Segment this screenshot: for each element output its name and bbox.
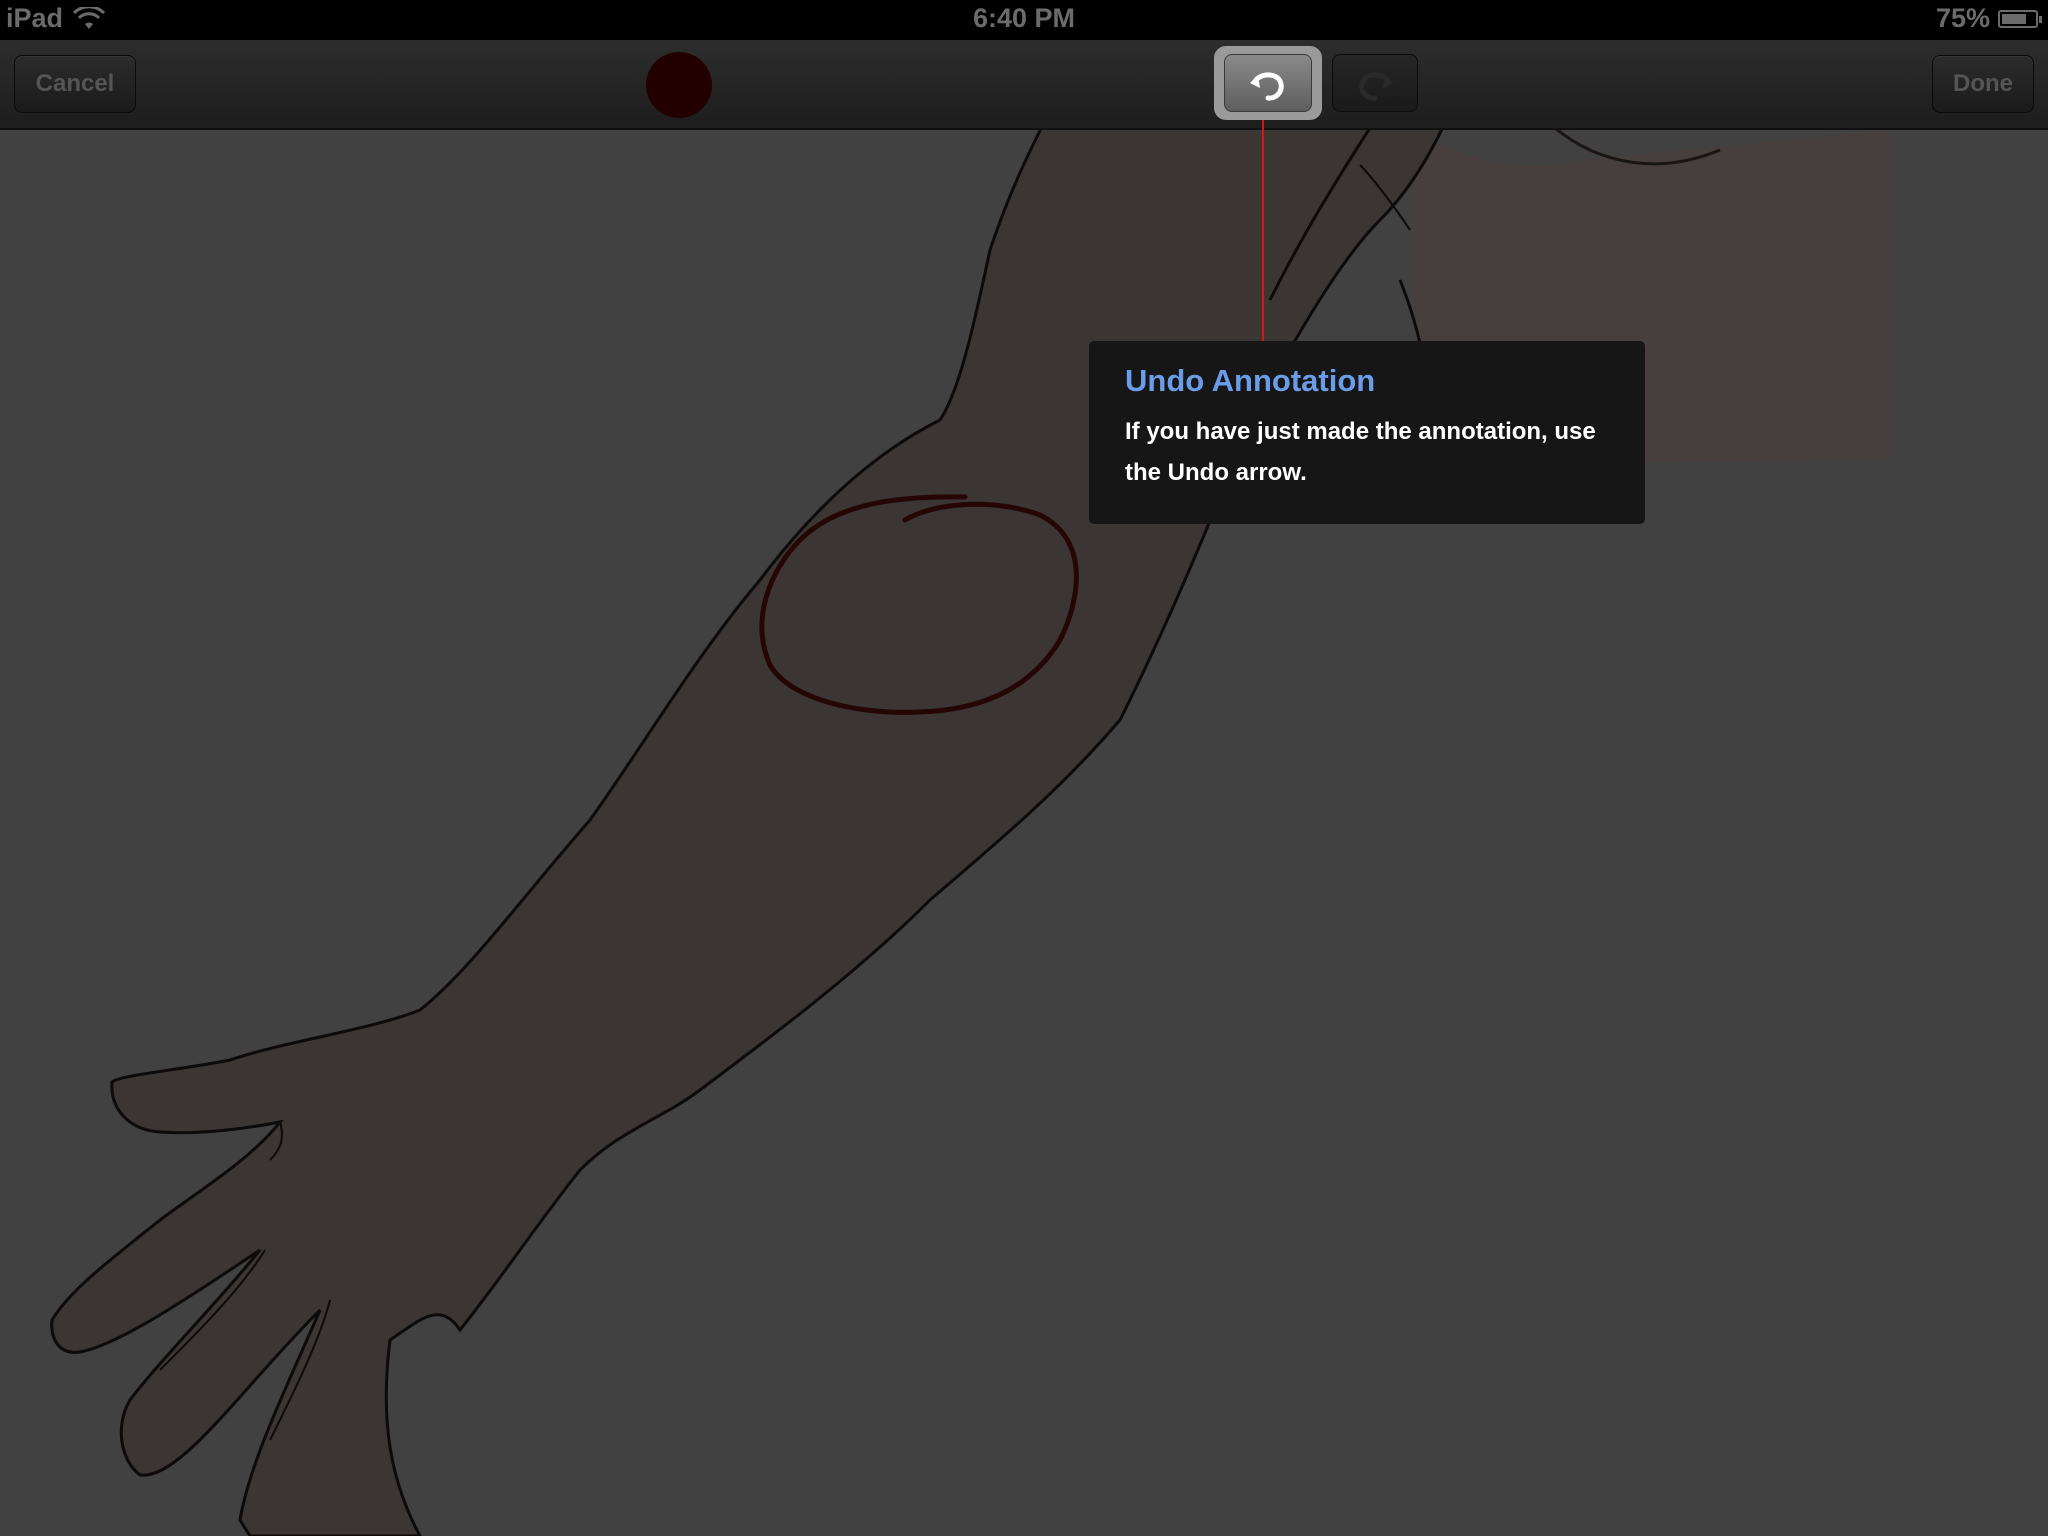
tooltip-title: Undo Annotation: [1125, 363, 1376, 398]
done-button[interactable]: Done: [1932, 55, 2034, 113]
cancel-button[interactable]: Cancel: [14, 55, 136, 113]
battery-group: 75%: [1935, 3, 2042, 34]
tooltip-pointer-line: [1262, 120, 1264, 342]
status-bar: iPad 6:40 PM 75%: [0, 0, 2048, 40]
drawing-canvas[interactable]: [0, 0, 2048, 1536]
tutorial-tooltip[interactable]: Undo Annotation If you have just made th…: [1089, 341, 1645, 524]
pen-color-picker[interactable]: [646, 52, 712, 118]
status-time: 6:40 PM: [972, 3, 1076, 33]
redo-arrow-icon: [1359, 72, 1393, 101]
annotation-screen: iPad 6:40 PM 75% Cancel Done Undo Annota…: [0, 0, 2048, 1536]
battery-icon: [1998, 9, 2042, 28]
arm-shape: [50, 43, 1472, 1536]
undo-button[interactable]: [1224, 54, 1312, 112]
annotation-toolbar: Cancel Done: [0, 40, 2048, 130]
tooltip-body: If you have just made the annotation, us…: [1125, 418, 1596, 486]
undo-highlight: [1214, 46, 1322, 120]
undo-arrow-icon: [1250, 72, 1284, 101]
battery-percent: 75%: [1935, 3, 1990, 33]
arm-illustration: [50, 43, 1890, 1536]
battery-level-fill: [2002, 13, 2026, 24]
redo-button[interactable]: [1332, 54, 1418, 112]
